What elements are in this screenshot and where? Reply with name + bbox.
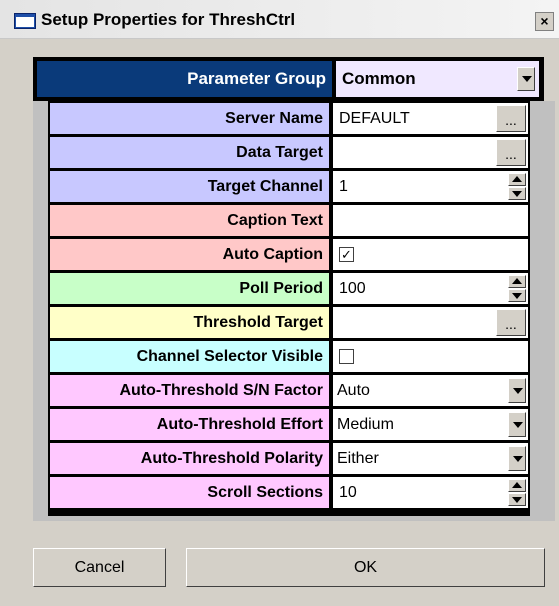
chevron-down-icon[interactable] — [517, 67, 535, 91]
property-label: Scroll Sections — [50, 477, 329, 508]
property-value-auto-threshold-polarity[interactable]: Either — [333, 443, 528, 474]
property-row-auto-threshold-polarity: Auto-Threshold Polarity Either — [50, 443, 528, 474]
property-value-text: Medium — [337, 416, 394, 433]
property-value-text: Auto — [337, 382, 370, 399]
spin-up-icon[interactable] — [508, 479, 526, 492]
parameter-group-label: Parameter Group — [37, 61, 332, 97]
property-row-auto-caption: Auto Caption ✓ — [50, 239, 528, 270]
property-label: Data Target — [50, 137, 329, 168]
property-value-text: 10 — [339, 484, 357, 501]
property-value-caption-text[interactable] — [333, 205, 528, 236]
property-value-text: 1 — [339, 178, 348, 195]
property-label: Target Channel — [50, 171, 329, 202]
browse-button[interactable]: ... — [496, 139, 526, 166]
parameter-group-value: Common — [342, 69, 416, 88]
checkbox[interactable]: ✓ — [339, 247, 354, 262]
property-value-auto-threshold-effort[interactable]: Medium — [333, 409, 528, 440]
setup-properties-dialog: Setup Properties for ThreshCtrl × Parame… — [0, 0, 559, 606]
properties-grid: Server Name DEFAULT... Data Target... Targe… — [48, 101, 530, 516]
spin-down-icon[interactable] — [508, 289, 526, 302]
property-value-auto-caption[interactable]: ✓ — [333, 239, 528, 270]
property-label: Channel Selector Visible — [50, 341, 329, 372]
property-label: Poll Period — [50, 273, 329, 304]
property-label: Caption Text — [50, 205, 329, 236]
chevron-down-icon[interactable] — [508, 378, 526, 403]
property-row-threshold-target: Threshold Target... — [50, 307, 528, 338]
property-row-auto-threshold-s-n-factor: Auto-Threshold S/N Factor Auto — [50, 375, 528, 406]
property-row-caption-text: Caption Text — [50, 205, 528, 236]
ok-button[interactable]: OK — [186, 548, 545, 587]
property-value-poll-period[interactable]: 100 — [333, 273, 528, 304]
property-label: Threshold Target — [50, 307, 329, 338]
property-value-auto-threshold-s-n-factor[interactable]: Auto — [333, 375, 528, 406]
property-value-threshold-target[interactable]: ... — [333, 307, 528, 338]
property-value-target-channel[interactable]: 1 — [333, 171, 528, 202]
property-value-text: 100 — [339, 280, 366, 297]
property-value-text: Either — [337, 450, 379, 467]
property-value-server-name[interactable]: DEFAULT... — [333, 103, 528, 134]
property-value-channel-selector-visible[interactable] — [333, 341, 528, 372]
property-row-channel-selector-visible: Channel Selector Visible — [50, 341, 528, 372]
chevron-down-icon[interactable] — [508, 412, 526, 437]
spin-control[interactable] — [508, 479, 526, 506]
property-row-target-channel: Target Channel 1 — [50, 171, 528, 202]
chevron-down-icon[interactable] — [508, 446, 526, 471]
property-label: Server Name — [50, 103, 329, 134]
property-row-data-target: Data Target... — [50, 137, 528, 168]
property-value-data-target[interactable]: ... — [333, 137, 528, 168]
title-bar[interactable]: Setup Properties for ThreshCtrl × — [0, 0, 559, 39]
property-row-poll-period: Poll Period 100 — [50, 273, 528, 304]
properties-panel: Server Name DEFAULT... Data Target... Targe… — [33, 101, 555, 521]
property-row-scroll-sections: Scroll Sections 10 — [50, 477, 528, 508]
checkbox[interactable] — [339, 349, 354, 364]
property-value-scroll-sections[interactable]: 10 — [333, 477, 528, 508]
spin-control[interactable] — [508, 275, 526, 302]
parameter-group-select[interactable]: Common — [336, 61, 539, 97]
close-button[interactable]: × — [535, 12, 554, 31]
property-value-text: DEFAULT — [339, 110, 410, 127]
cancel-button[interactable]: Cancel — [33, 548, 166, 587]
property-row-auto-threshold-effort: Auto-Threshold Effort Medium — [50, 409, 528, 440]
browse-button[interactable]: ... — [496, 309, 526, 336]
window-icon — [14, 13, 36, 29]
spin-up-icon[interactable] — [508, 275, 526, 288]
spin-up-icon[interactable] — [508, 173, 526, 186]
property-label: Auto Caption — [50, 239, 329, 270]
spin-down-icon[interactable] — [508, 187, 526, 200]
property-row-server-name: Server Name DEFAULT... — [50, 103, 528, 134]
property-label: Auto-Threshold Effort — [50, 409, 329, 440]
browse-button[interactable]: ... — [496, 105, 526, 132]
property-label: Auto-Threshold S/N Factor — [50, 375, 329, 406]
window-title: Setup Properties for ThreshCtrl — [41, 10, 296, 29]
parameter-group-bar: Parameter Group Common — [33, 57, 544, 101]
spin-control[interactable] — [508, 173, 526, 200]
property-label: Auto-Threshold Polarity — [50, 443, 329, 474]
spin-down-icon[interactable] — [508, 493, 526, 506]
